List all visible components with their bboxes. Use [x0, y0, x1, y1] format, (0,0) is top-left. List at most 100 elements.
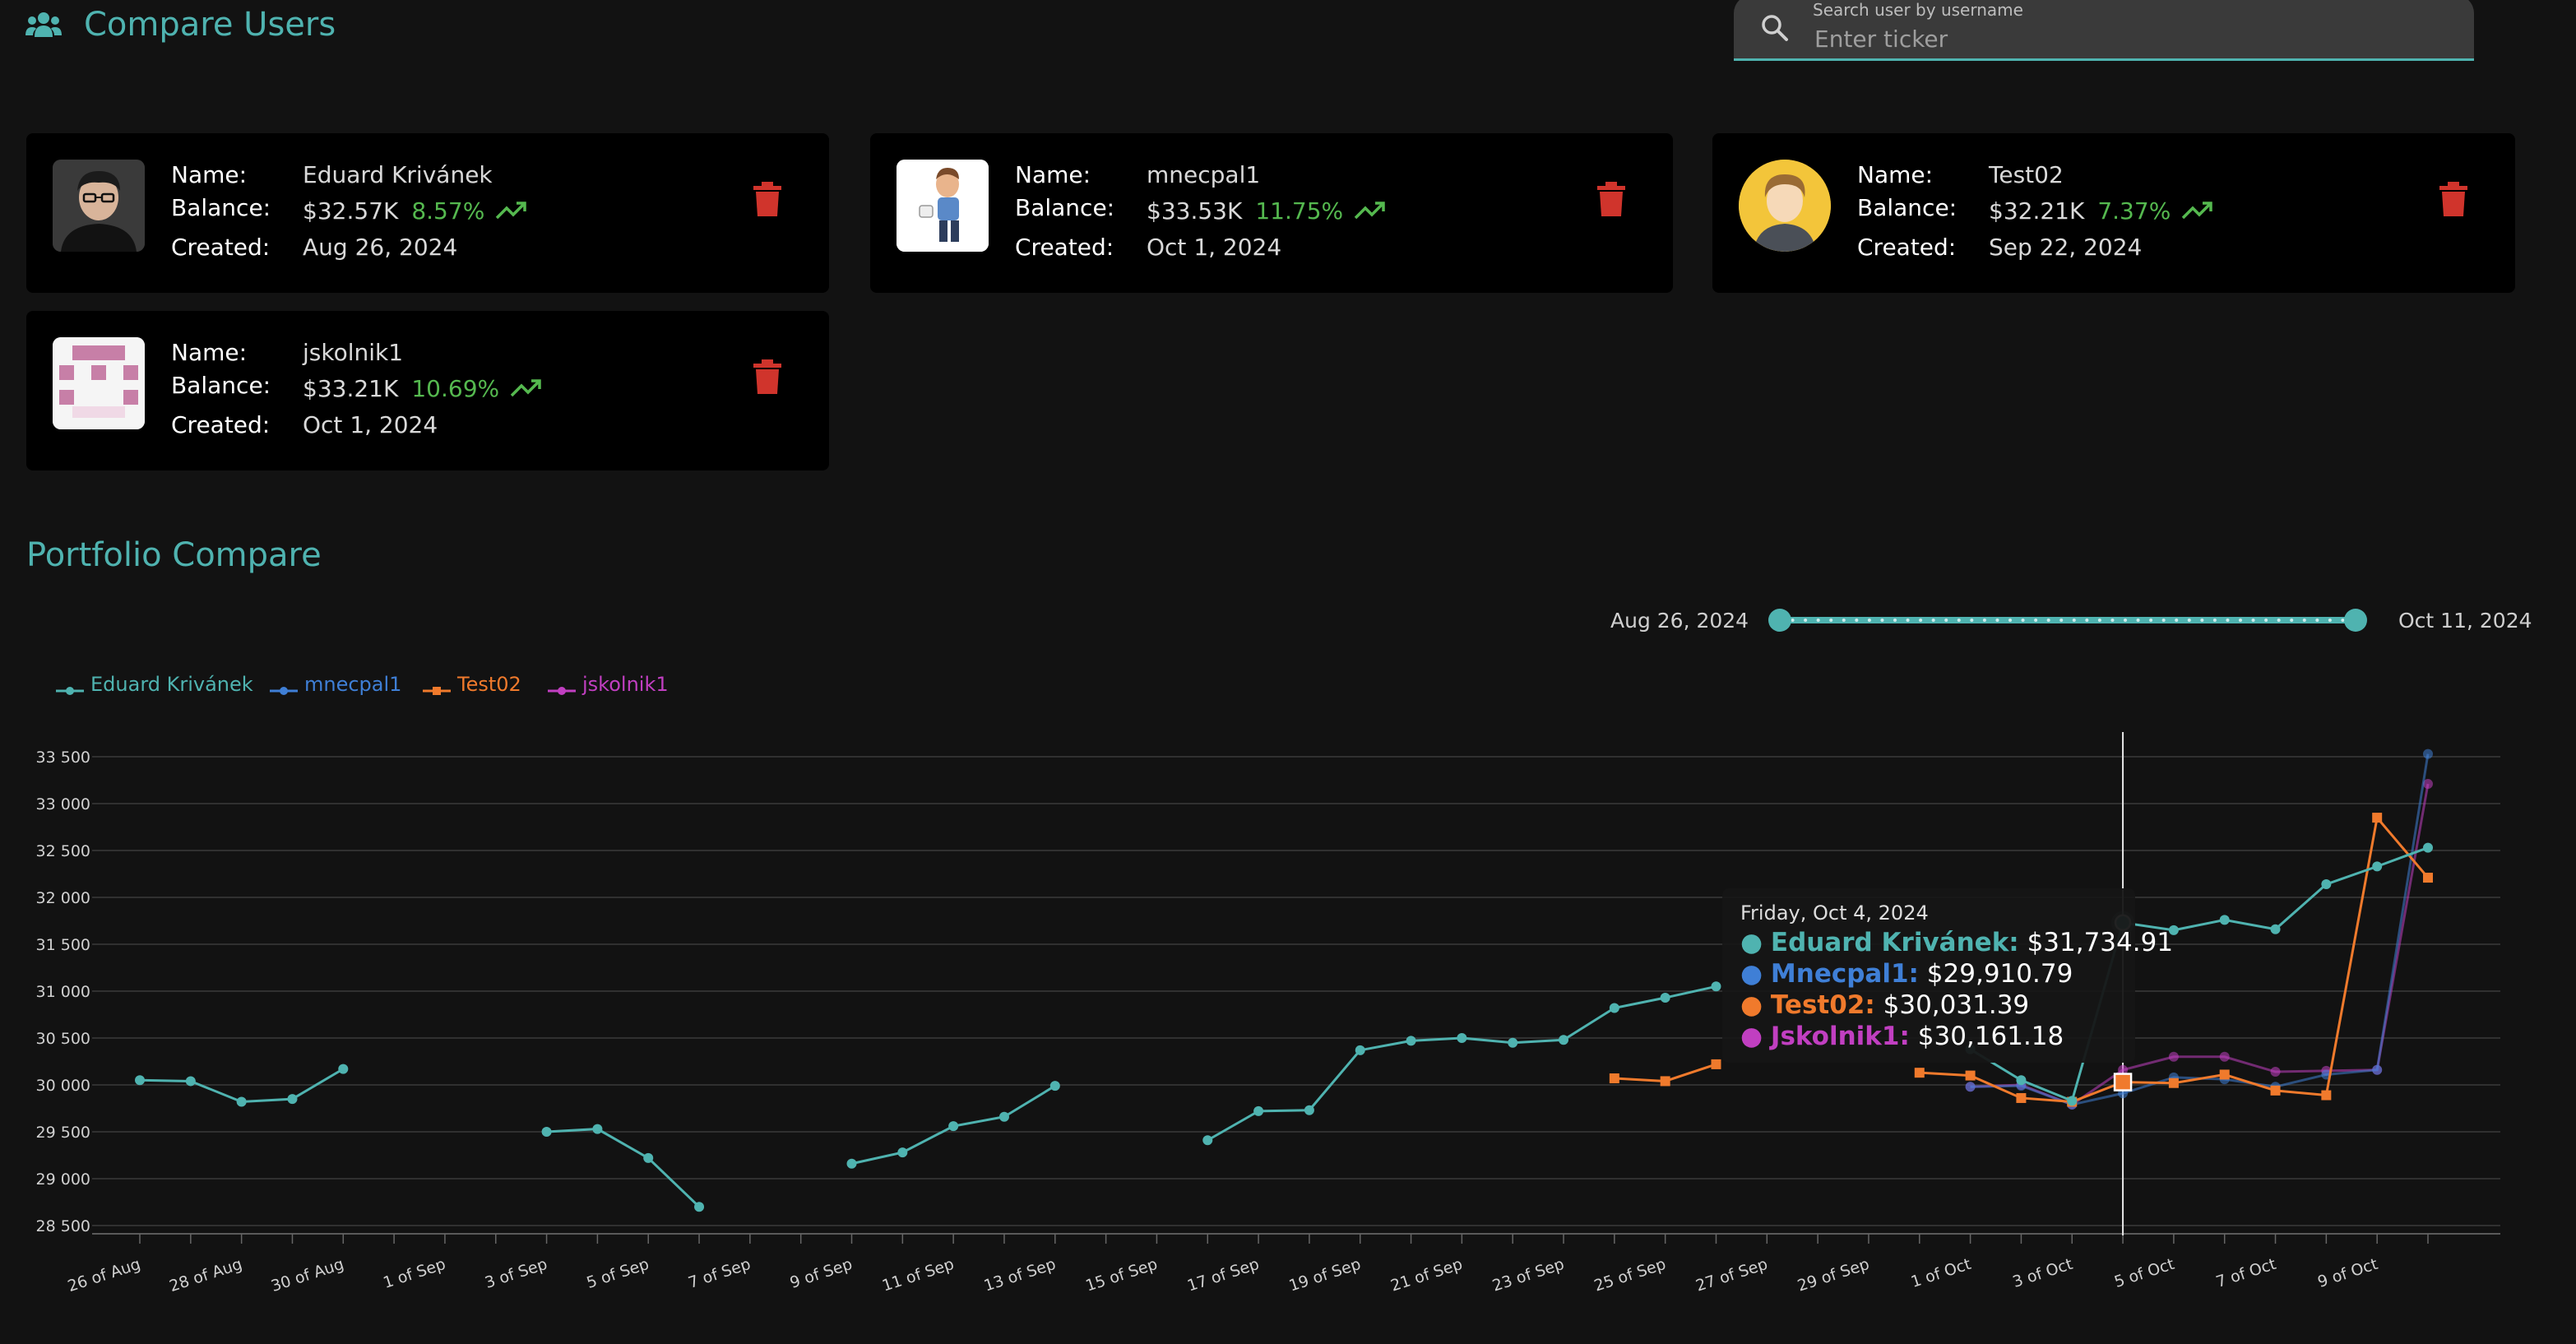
slider-tick — [1970, 619, 1974, 622]
section-title: Portfolio Compare — [26, 536, 322, 574]
avatar — [53, 160, 145, 252]
delete-button[interactable] — [752, 359, 783, 395]
tooltip-series-name: Eduard Krivánek: — [1770, 928, 2019, 957]
date-range-slider[interactable] — [1765, 605, 2374, 635]
data-point — [897, 1147, 908, 1158]
slider-tick — [1919, 619, 1923, 622]
data-point — [2423, 842, 2433, 853]
tooltip-value: $30,031.39 — [1883, 990, 2030, 1020]
x-tick-label: 27 of Sep — [1693, 1255, 1770, 1295]
name-label: Name: — [1015, 161, 1091, 188]
data-point — [2270, 1085, 2281, 1096]
data-point — [236, 1096, 247, 1107]
data-point — [1457, 1033, 1467, 1043]
y-tick-label: 32 500 — [36, 842, 90, 860]
slider-tick — [1804, 619, 1808, 622]
slider-tick — [1791, 619, 1795, 622]
x-tick-label: 1 of Oct — [1909, 1255, 1973, 1291]
chart-tooltip: Friday, Oct 4, 2024 ● Eduard Krivánek: $… — [1722, 888, 2173, 1063]
x-tick-label: 7 of Oct — [2214, 1255, 2278, 1291]
data-point — [694, 1202, 705, 1212]
data-point — [2321, 1090, 2332, 1101]
slider-tick — [2175, 619, 2179, 622]
data-point — [1914, 1068, 1925, 1078]
y-tick-label: 28 500 — [36, 1217, 90, 1235]
data-point — [948, 1121, 959, 1132]
x-tick-label: 23 of Sep — [1490, 1255, 1567, 1295]
legend-label: Eduard Krivánek — [90, 673, 253, 696]
page-header: Compare Users — [25, 0, 336, 49]
slider-tick — [1855, 619, 1859, 622]
slider-tick — [2046, 619, 2050, 622]
search-field[interactable]: Search user by username — [1734, 0, 2474, 61]
page-title: Compare Users — [84, 6, 336, 44]
delete-button[interactable] — [2438, 181, 2469, 217]
balance-value: $33.21K — [303, 375, 399, 402]
y-tick-label: 29 500 — [36, 1124, 90, 1142]
data-point — [2168, 1051, 2179, 1062]
balance-label: Balance: — [171, 372, 271, 399]
legend-item[interactable]: mnecpal1 — [270, 673, 401, 696]
slider-tick — [2072, 619, 2076, 622]
slider-end-handle[interactable] — [2344, 609, 2367, 632]
slider-tick — [2277, 619, 2281, 622]
y-tick-label: 31 500 — [36, 936, 90, 954]
legend-label: Test02 — [457, 673, 521, 696]
slider-tick — [2212, 619, 2217, 622]
x-tick-label: 21 of Sep — [1388, 1255, 1465, 1295]
x-tick-label: 11 of Sep — [880, 1255, 957, 1295]
data-point — [287, 1094, 298, 1105]
data-point — [592, 1124, 603, 1134]
trending-up-icon — [495, 202, 526, 220]
slider-tick — [1867, 619, 1871, 622]
created-date: Oct 1, 2024 — [1147, 234, 1282, 261]
x-tick-label: 29 of Sep — [1795, 1255, 1872, 1295]
slider-start-handle[interactable] — [1768, 609, 1791, 632]
slider-tick — [1880, 619, 1884, 622]
data-point — [1609, 1003, 1619, 1013]
balance-row: $33.53K 11.75% — [1147, 197, 1387, 225]
data-point — [1660, 992, 1670, 1003]
balance-change: 11.75% — [1255, 197, 1344, 225]
slider-tick — [1957, 619, 1961, 622]
data-point — [2016, 1092, 2027, 1103]
legend-item[interactable]: Eduard Krivánek — [56, 673, 253, 696]
balance-row: $32.21K 7.37% — [1989, 197, 2214, 225]
slider-tick — [2264, 619, 2268, 622]
created-date: Oct 1, 2024 — [303, 411, 438, 438]
slider-tick — [2226, 619, 2230, 622]
delete-button[interactable] — [752, 181, 783, 217]
tooltip-date: Friday, Oct 4, 2024 — [1740, 901, 1929, 925]
slider-tick — [2021, 619, 2025, 622]
name-label: Name: — [1857, 161, 1934, 188]
y-tick-label: 30 000 — [36, 1077, 90, 1095]
series-line — [546, 1128, 701, 1208]
name-label: Name: — [171, 161, 248, 188]
search-input[interactable] — [1813, 25, 2441, 53]
data-point — [185, 1076, 196, 1087]
user-card: Name: Balance: Created: mnecpal1 $33.53K… — [870, 133, 1673, 293]
data-point — [1711, 981, 1721, 992]
x-tick-label: 28 of Aug — [167, 1255, 244, 1295]
portfolio-chart[interactable]: 33 500 33 000 32 500 32 000 31 500 31 000 30 5… — [0, 724, 2576, 1344]
slider-tick — [2124, 619, 2127, 622]
legend-item[interactable]: Test02 — [423, 673, 521, 696]
tooltip-row: ● Test02: $30,031.39 — [1740, 990, 2030, 1020]
data-point — [1049, 1081, 1060, 1091]
user-card: Name: Balance: Created: jskolnik1 $33.21… — [26, 311, 829, 470]
trending-up-icon — [1354, 202, 1385, 220]
tooltip-series-name: Jskolnik1: — [1770, 1022, 1910, 1051]
x-tick-label: 17 of Sep — [1185, 1255, 1262, 1295]
delete-button[interactable] — [1596, 181, 1627, 217]
data-point — [643, 1152, 654, 1163]
slider-tick — [2059, 619, 2064, 622]
data-point — [2270, 924, 2281, 934]
balance-row: $33.21K 10.69% — [303, 375, 543, 402]
data-point — [338, 1064, 349, 1074]
created-date: Aug 26, 2024 — [303, 234, 458, 261]
legend-item[interactable]: jskolnik1 — [548, 673, 669, 696]
data-point — [1609, 1073, 1619, 1084]
x-tick-label: 3 of Sep — [483, 1255, 549, 1292]
y-tick-label: 31 000 — [36, 983, 90, 1001]
users-icon — [25, 12, 62, 37]
